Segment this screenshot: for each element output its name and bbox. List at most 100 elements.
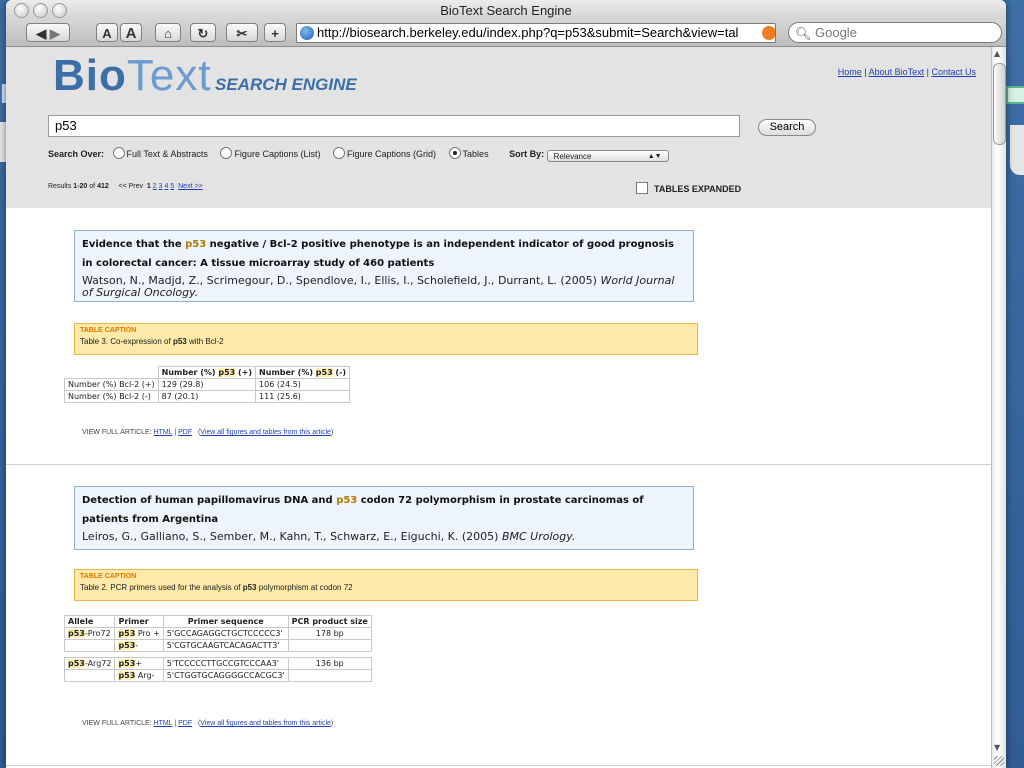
page-link-4[interactable]: 4 — [164, 183, 168, 190]
radio-figure-grid[interactable] — [333, 147, 345, 159]
view-all-link[interactable]: View all figures and tables from this ar… — [200, 720, 331, 727]
reload-button[interactable]: ↻ — [190, 23, 216, 42]
radio-figure-list-label: Figure Captions (List) — [234, 149, 321, 159]
table-cell: p53-Pro72 — [63, 627, 116, 640]
table-cell: 178 bp — [287, 627, 372, 640]
biotext-logo[interactable]: BioText — [53, 51, 212, 101]
vertical-scrollbar[interactable]: ▲ ▼ — [991, 47, 1006, 768]
view-all-link[interactable]: View all figures and tables from this ar… — [200, 429, 331, 436]
pdf-link[interactable]: PDF — [178, 720, 192, 727]
text-larger-button[interactable]: A — [120, 23, 142, 42]
article-title[interactable]: Evidence that the p53 negative / Bcl-2 p… — [82, 235, 686, 273]
radio-tables[interactable] — [448, 147, 461, 159]
radio-figure-list[interactable] — [220, 147, 233, 159]
forward-arrow-icon[interactable]: ▶ — [50, 26, 60, 41]
table-header-cell: Allele — [63, 615, 116, 628]
scissors-icon: ✂ — [236, 26, 248, 41]
table-cell: 87 (20.1) — [157, 390, 257, 403]
current-page: 1 — [146, 183, 151, 190]
reload-icon: ↻ — [197, 26, 209, 41]
table-row: p53-Arg72 p53+ 5'TCCCCCTTGCCGTCCCAA3' 13… — [63, 657, 372, 670]
sort-select-value: Relevance — [553, 152, 592, 161]
caption-text: Table 3. Co-expression of p53 with Bcl-2 — [80, 337, 224, 346]
tables-expanded-toggle[interactable]: TABLES EXPANDED — [636, 182, 741, 194]
table-cell: 111 (25.6) — [255, 390, 351, 403]
prev-page-link: << Prev — [118, 183, 143, 190]
view-full-article: VIEW FULL ARTICLE: HTML | PDF (View all … — [82, 720, 334, 727]
scroll-up-icon[interactable]: ▲ — [994, 49, 1000, 58]
citation-box: Detection of human papillomavirus DNA an… — [74, 486, 694, 550]
page-link-5[interactable]: 5 — [170, 183, 174, 190]
globe-icon — [300, 26, 314, 40]
journal-name: BMC Urology. — [501, 530, 576, 543]
table-cell — [287, 669, 372, 682]
sort-by-label: Sort By: — [509, 149, 545, 159]
article-title[interactable]: Detection of human papillomavirus DNA an… — [82, 491, 686, 529]
link-separator: | — [174, 720, 177, 727]
table-row: Number (%) Bcl-2 (-) 87 (20.1) 111 (25.6… — [64, 390, 351, 403]
address-bar[interactable]: http://biosearch.berkeley.edu/index.php?… — [296, 23, 776, 43]
radio-full-text[interactable] — [112, 147, 125, 159]
rss-icon[interactable] — [762, 26, 775, 40]
logo-bold-text: Bio — [53, 51, 127, 100]
table-cell: p53 Pro + — [114, 627, 164, 640]
table-header-cell: Number (%) p53 (+) — [157, 366, 257, 379]
about-link[interactable]: About BioText — [869, 67, 925, 77]
contact-link[interactable]: Contact Us — [931, 67, 976, 77]
article-authors: Leiros, G., Galliano, S., Sember, M., Ka… — [82, 530, 576, 543]
results-range: 1-20 — [73, 183, 88, 190]
table-cell — [63, 669, 116, 682]
results-of: of — [89, 183, 96, 190]
sort-select[interactable]: Relevance ▲▼ — [546, 150, 669, 162]
table-row: p53 Arg- 5'CTGGTGCAGGGGCCACGC3' — [63, 669, 372, 682]
link-separator: | — [174, 429, 177, 436]
url-text: http://biosearch.berkeley.edu/index.php?… — [317, 25, 739, 40]
plus-icon: + — [271, 26, 279, 41]
home-button[interactable]: ⌂ — [155, 23, 181, 42]
title-bar: BioText Search Engine — [6, 0, 1006, 20]
page-link-3[interactable]: 3 — [159, 183, 163, 190]
search-icon: 🔍︎ — [795, 26, 812, 41]
table-caption-box: TABLE CAPTION Table 2. PCR primers used … — [74, 569, 698, 601]
text-smaller-button[interactable]: A — [96, 23, 118, 42]
resize-grip-icon[interactable] — [994, 756, 1004, 766]
tables-expanded-label: TABLES EXPANDED — [654, 184, 742, 194]
select-arrows-icon: ▲▼ — [647, 153, 662, 160]
table-cell: p53 Arg- — [114, 669, 164, 682]
result-item: Detection of human papillomavirus DNA an… — [6, 465, 992, 766]
table-cell — [63, 639, 116, 652]
table-cell: p53-Arg72 — [63, 657, 116, 670]
table-header-row: Number (%) p53 (+) Number (%) p53 (-) — [65, 366, 351, 379]
table-cell — [287, 639, 372, 652]
search-button[interactable]: Search — [758, 119, 816, 136]
table-header-cell: Primer sequence — [162, 615, 289, 628]
view-full-label: VIEW FULL ARTICLE: — [82, 429, 152, 436]
table-header-row: Allele Primer Primer sequence PCR produc… — [63, 615, 372, 628]
query-input[interactable]: p53 — [48, 115, 740, 137]
home-link[interactable]: Home — [838, 67, 862, 77]
page-viewport: BioText SEARCH ENGINE Home | About BioTe… — [6, 47, 992, 768]
results-pagination: Results 1-20 of 412 << Prev 1 2 3 4 5 Ne… — [48, 183, 203, 190]
radio-tables-label: Tables — [462, 149, 489, 159]
table-cell: Number (%) Bcl-2 (+) — [64, 378, 159, 391]
html-link[interactable]: HTML — [154, 429, 173, 436]
next-page-link[interactable]: Next >> — [178, 183, 203, 190]
back-arrow-icon[interactable]: ◀ — [36, 26, 46, 41]
scroll-down-icon[interactable]: ▼ — [994, 743, 1000, 752]
scroll-thumb[interactable] — [993, 63, 1006, 145]
tables-expanded-checkbox[interactable] — [636, 182, 648, 194]
browser-search-field[interactable]: 🔍︎ Google — [788, 22, 1002, 43]
pdf-link[interactable]: PDF — [178, 429, 192, 436]
add-bookmark-button[interactable]: + — [264, 23, 286, 42]
result-item: Evidence that the p53 negative / Bcl-2 p… — [6, 208, 992, 465]
data-table: Allele Primer Primer sequence PCR produc… — [63, 615, 372, 682]
web-clip-button[interactable]: ✂ — [226, 23, 258, 42]
page-link-2[interactable]: 2 — [153, 183, 157, 190]
search-over-label: Search Over: — [48, 149, 105, 159]
window-title: BioText Search Engine — [440, 3, 572, 18]
html-link[interactable]: HTML — [154, 720, 173, 727]
table-cell: 136 bp — [287, 657, 372, 670]
table-header-cell: Number (%) p53 (-) — [255, 366, 351, 379]
back-forward-buttons[interactable]: ◀ ▶ — [26, 23, 70, 42]
table-header-cell: Primer — [114, 615, 164, 628]
